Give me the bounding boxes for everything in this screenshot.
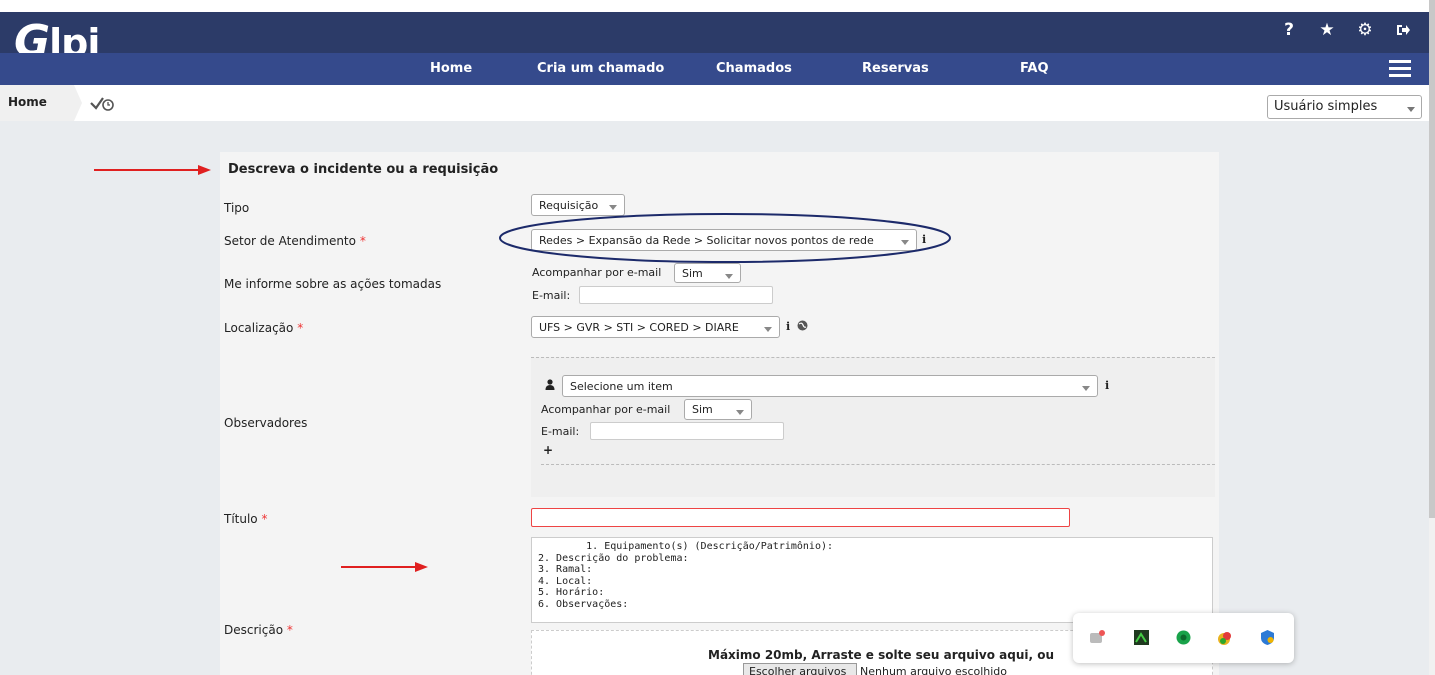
observador-follow-select[interactable]: Sim (684, 399, 752, 420)
acoes-email-label: E-mail: (532, 289, 571, 302)
chevron-down-icon (609, 205, 617, 210)
descricao-label: Descrição * (224, 623, 293, 637)
profile-select-value: Usuário simples (1274, 99, 1378, 114)
required-mark: * (286, 623, 293, 637)
setor-label-text: Setor de Atendimento (224, 234, 356, 248)
file-status: Nenhum arquivo escolhido (860, 665, 1008, 675)
localizacao-select[interactable]: UFS > GVR > STI > CORED > DIARE (531, 316, 780, 338)
menu-item-cria-chamado[interactable]: Cria um chamado (537, 61, 664, 76)
chevron-down-icon (1407, 107, 1415, 112)
titulo-input[interactable] (531, 508, 1070, 527)
logout-icon[interactable] (1393, 20, 1413, 40)
globe-icon[interactable] (797, 320, 808, 331)
observador-follow-label: Acompanhar por e-mail (541, 403, 671, 416)
observador-select[interactable]: Selecione um item (562, 375, 1098, 397)
gear-icon[interactable]: ⚙ (1355, 20, 1375, 40)
help-icon[interactable]: ? (1279, 20, 1299, 40)
descricao-textarea[interactable]: 1. Equipamento(s) (Descrição/Patrimônio)… (531, 537, 1213, 623)
dropzone-text: Máximo 20mb, Arraste e solte seu arquivo… (708, 648, 1055, 662)
observador-email-label: E-mail: (541, 425, 580, 438)
setor-label: Setor de Atendimento * (224, 234, 366, 248)
acoes-label: Me informe sobre as ações tomadas (224, 277, 442, 291)
observador-email-input[interactable] (590, 422, 784, 440)
required-mark: * (359, 234, 366, 248)
profile-select[interactable]: Usuário simples (1267, 95, 1422, 119)
tipo-select-value: Requisição (539, 199, 599, 212)
menu-item-chamados[interactable]: Chamados (716, 61, 792, 76)
titulo-label: Título * (224, 512, 267, 526)
scrollbar-thumb[interactable] (1429, 0, 1435, 518)
star-icon[interactable]: ★ (1317, 20, 1337, 40)
localizacao-label-text: Localização (224, 321, 294, 335)
hamburger-menu-icon[interactable] (1389, 60, 1411, 78)
required-mark: * (261, 512, 268, 526)
observador-follow-value: Sim (692, 403, 713, 416)
choose-files-button[interactable]: Escolher arquivos (743, 663, 857, 675)
check-clock-icon[interactable] (89, 94, 115, 112)
descricao-label-text: Descrição (224, 623, 284, 637)
add-observer-icon[interactable]: + (543, 443, 553, 457)
acoes-follow-select[interactable]: Sim (674, 263, 741, 283)
menu-item-home[interactable]: Home (430, 61, 472, 76)
top-strip (0, 0, 1429, 12)
annotation-ellipse (499, 213, 951, 263)
acoes-email-input[interactable] (579, 286, 773, 304)
tray-app-icon-3[interactable] (1175, 629, 1192, 646)
info-icon[interactable]: i (1105, 379, 1109, 392)
observadores-separator (541, 464, 1215, 465)
user-icon (545, 379, 555, 390)
localizacao-label: Localização * (224, 321, 303, 335)
menu-item-reservas[interactable]: Reservas (862, 61, 929, 76)
acoes-follow-label: Acompanhar por e-mail (532, 266, 662, 279)
observadores-label: Observadores (224, 416, 308, 430)
tray-app-icon-5[interactable] (1259, 629, 1276, 646)
info-icon[interactable]: i (786, 320, 790, 333)
system-tray-popup (1073, 613, 1294, 663)
menu-item-faq[interactable]: FAQ (1020, 61, 1049, 76)
localizacao-select-value: UFS > GVR > STI > CORED > DIARE (539, 321, 739, 334)
tray-app-icon-2[interactable] (1133, 629, 1150, 646)
chevron-down-icon (764, 327, 772, 332)
chevron-down-icon (1082, 386, 1090, 391)
breadcrumb: Home (0, 85, 1429, 121)
tipo-label: Tipo (224, 201, 250, 215)
chevron-down-icon (736, 410, 744, 415)
form-section-title: Descreva o incidente ou a requisição (228, 162, 499, 177)
acoes-follow-value: Sim (682, 267, 703, 280)
page-scrollbar[interactable] (1429, 0, 1435, 675)
tray-app-icon-4[interactable] (1217, 629, 1234, 646)
chevron-down-icon (725, 274, 733, 279)
annotation-arrow (341, 562, 428, 572)
tray-app-icon-1[interactable] (1089, 629, 1106, 646)
observador-select-placeholder: Selecione um item (570, 380, 673, 393)
header-icons: ? ★ ⚙ (1279, 20, 1413, 40)
main-menu: Home Cria um chamado Chamados Reservas F… (0, 53, 1429, 85)
breadcrumb-home[interactable]: Home (0, 85, 82, 121)
titulo-label-text: Título (224, 512, 258, 526)
annotation-arrow (94, 165, 211, 175)
required-mark: * (297, 321, 304, 335)
